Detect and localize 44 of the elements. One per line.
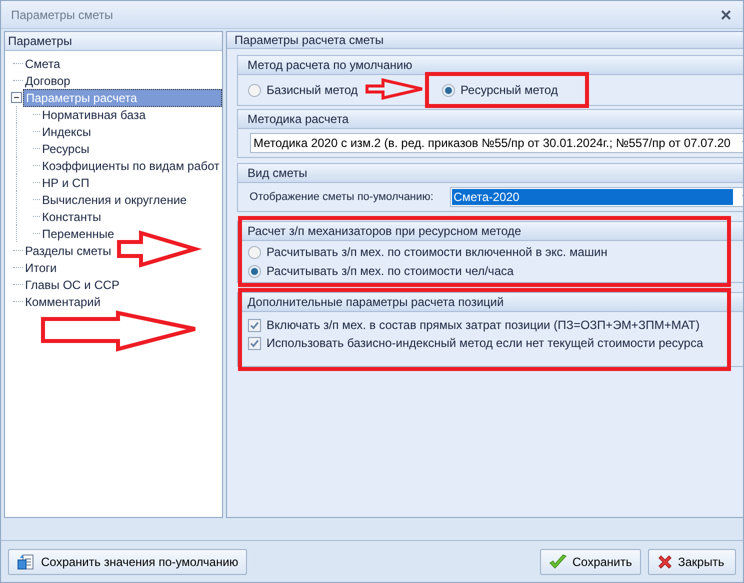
radio-button[interactable]	[248, 264, 261, 278]
document-save-icon	[17, 552, 35, 570]
tree-item[interactable]: Константы	[40, 208, 104, 224]
checkbox[interactable]	[248, 318, 261, 332]
close-icon[interactable]	[721, 10, 731, 20]
dropdown-field[interactable]: Смета-2020	[450, 187, 743, 207]
radio-label: Расчитывать з/п мех. по стоимости чел/часа	[266, 263, 514, 280]
field-label: Отображение сметы по-умолчанию:	[250, 190, 434, 204]
tree-item[interactable]: Комментарий	[23, 294, 103, 310]
group-title: Метод расчета по умолчанию	[238, 56, 743, 75]
annotation-arrow	[366, 78, 424, 100]
tree-item[interactable]: Итоги	[23, 260, 59, 276]
group-title: Методика расчета	[238, 110, 743, 129]
radio-label: Базисный метод	[266, 82, 358, 99]
tree-item[interactable]: Переменные	[40, 226, 116, 242]
checkbox[interactable]	[248, 336, 261, 350]
tree-item[interactable]: НР и СП	[40, 174, 92, 190]
radio-label: Ресурсный метод	[460, 82, 558, 99]
checkbox-label: Использовать базисно-индексный метод если нет текущей стоимости ресурса	[266, 335, 704, 352]
tree-item[interactable]: Ресурсы	[40, 140, 92, 156]
tree-item[interactable]: Разделы сметы	[23, 242, 114, 258]
save-defaults-button[interactable]: Сохранить значения по-умолчанию	[8, 548, 248, 574]
checkbox-label: Включать з/п мех. в состав прямых затрат позиции (ПЗ=ОЗП+ЭМ+ЗПМ+МАТ)	[266, 317, 700, 334]
radio-button[interactable]	[442, 84, 455, 96]
tree-item[interactable]: Индексы	[40, 124, 93, 140]
dropdown-field[interactable]: Методика 2020 с изм.2 (в. ред. приказов №55/пр от 30.01.2024г.; №557/пр от 07.07.20	[250, 133, 743, 153]
group-title: Вид сметы	[238, 164, 743, 183]
tree-item[interactable]: Нормативная база	[40, 106, 148, 122]
sidebar-header: Параметры	[5, 32, 222, 51]
checkmark-icon	[549, 554, 568, 570]
tree-item[interactable]: Смета	[23, 56, 62, 72]
collapse-icon[interactable]	[11, 92, 22, 103]
window-title: Параметры сметы	[11, 6, 114, 24]
panel-title: Параметры расчета сметы	[226, 32, 743, 49]
tree-item[interactable]: Вычисления и округление	[40, 192, 189, 208]
cross-icon	[657, 554, 673, 570]
radio-label: Расчитывать з/п мех. по стоимости включенной в экс. машин	[266, 244, 608, 261]
close-button[interactable]: Закрыть	[648, 548, 736, 574]
tree-item[interactable]: Договор	[23, 72, 72, 88]
save-button[interactable]: Сохранить	[540, 548, 641, 574]
tree-item[interactable]: Главы ОС и ССР	[23, 276, 122, 292]
radio-button[interactable]	[248, 84, 261, 96]
tree-item[interactable]: Коэффициенты по видам работ	[40, 158, 222, 174]
radio-button[interactable]	[248, 246, 261, 258]
